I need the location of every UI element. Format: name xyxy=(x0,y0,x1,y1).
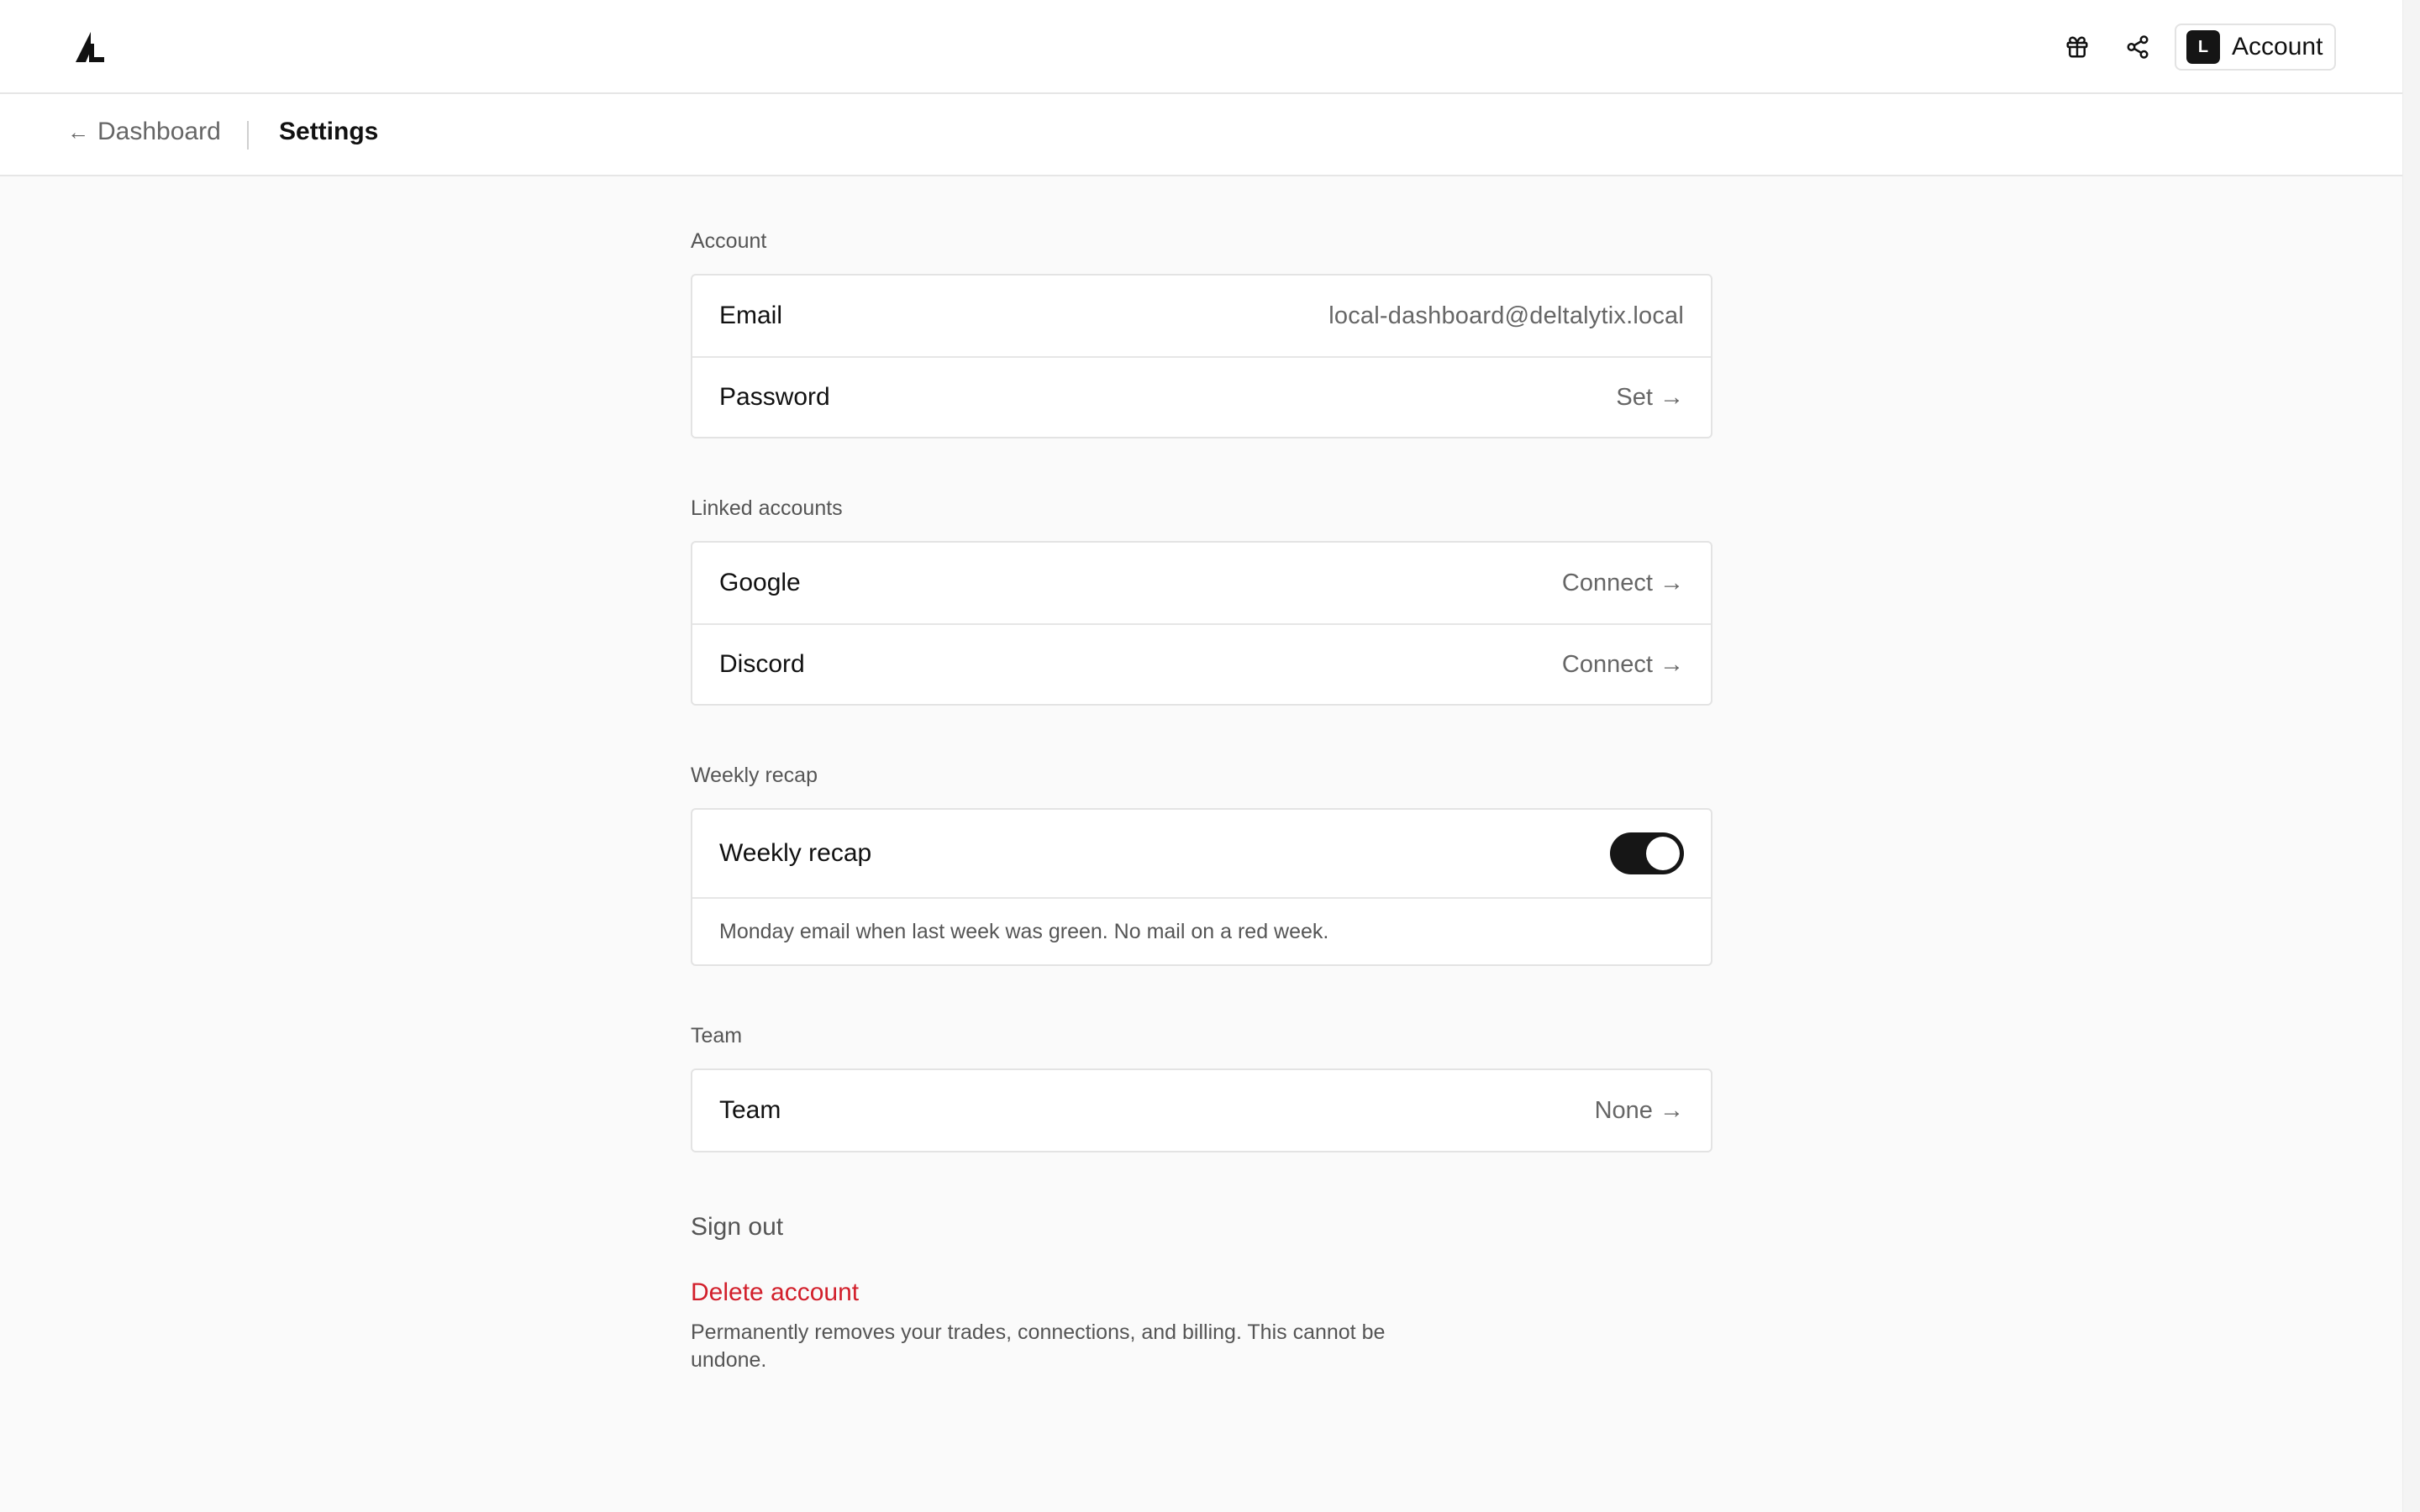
share-icon[interactable] xyxy=(2119,29,2156,66)
weekly-recap-row: Weekly recap xyxy=(692,810,1711,897)
sign-out-button[interactable]: Sign out xyxy=(691,1213,783,1242)
linked-accounts-section: Linked accounts Google Connect → Discord… xyxy=(691,494,1712,706)
page-scrollbar[interactable] xyxy=(2402,0,2420,1512)
account-button[interactable]: L Account xyxy=(2175,24,2336,71)
weekly-recap-description: Monday email when last week was green. N… xyxy=(692,897,1711,964)
avatar: L xyxy=(2186,30,2220,64)
google-row[interactable]: Google Connect → xyxy=(692,543,1711,623)
app-logo-icon[interactable] xyxy=(71,29,108,66)
back-to-dashboard-link[interactable]: ← Dashboard xyxy=(67,118,221,146)
toggle-knob xyxy=(1646,837,1680,870)
weekly-recap-toggle[interactable] xyxy=(1610,832,1684,874)
delete-account-description: Permanently removes your trades, connect… xyxy=(691,1320,1386,1372)
discord-connect-link[interactable]: Connect → xyxy=(1562,651,1684,679)
weekly-recap-label: Weekly recap xyxy=(719,839,872,867)
section-title-weekly-recap: Weekly recap xyxy=(691,764,818,787)
google-label: Google xyxy=(719,569,801,596)
team-section: Team Team None → xyxy=(691,1021,1712,1152)
email-row[interactable]: Email local-dashboard@deltalytix.local xyxy=(692,276,1711,356)
email-label: Email xyxy=(719,302,783,329)
section-title-team: Team xyxy=(691,1024,743,1047)
top-bar: L Account xyxy=(0,0,2403,94)
weekly-recap-card: Weekly recap Monday email when last week… xyxy=(691,808,1712,966)
account-section: Account Email local-dashboard@deltalytix… xyxy=(691,227,1712,438)
breadcrumb-divider xyxy=(247,121,249,150)
page-title: Settings xyxy=(279,118,379,145)
team-card: Team None → xyxy=(691,1068,1712,1152)
email-value: local-dashboard@deltalytix.local xyxy=(1328,302,1684,329)
gift-icon[interactable] xyxy=(2059,29,2096,66)
team-label: Team xyxy=(719,1096,781,1124)
password-set-link[interactable]: Set → xyxy=(1616,384,1684,412)
delete-account-button[interactable]: Delete account xyxy=(691,1278,859,1307)
section-title-linked-accounts: Linked accounts xyxy=(691,496,843,520)
arrow-left-icon: ← xyxy=(67,118,89,144)
password-row[interactable]: Password Set → xyxy=(692,356,1711,437)
weekly-recap-section: Weekly recap Weekly recap Monday email w… xyxy=(691,761,1712,966)
account-card: Email local-dashboard@deltalytix.local P… xyxy=(691,274,1712,438)
password-label: Password xyxy=(719,383,830,411)
google-connect-link[interactable]: Connect → xyxy=(1562,570,1684,597)
section-title-account: Account xyxy=(691,229,767,253)
team-row[interactable]: Team None → xyxy=(692,1070,1711,1151)
breadcrumb: ← Dashboard Settings xyxy=(0,94,2403,176)
back-link-label: Dashboard xyxy=(97,118,221,145)
linked-accounts-card: Google Connect → Discord Connect → xyxy=(691,541,1712,706)
settings-page: L Account ← Dashboard Settings Account E… xyxy=(0,0,2403,1512)
discord-label: Discord xyxy=(719,650,805,678)
discord-row[interactable]: Discord Connect → xyxy=(692,623,1711,704)
account-label: Account xyxy=(2232,33,2323,60)
team-value-link[interactable]: None → xyxy=(1595,1097,1684,1125)
